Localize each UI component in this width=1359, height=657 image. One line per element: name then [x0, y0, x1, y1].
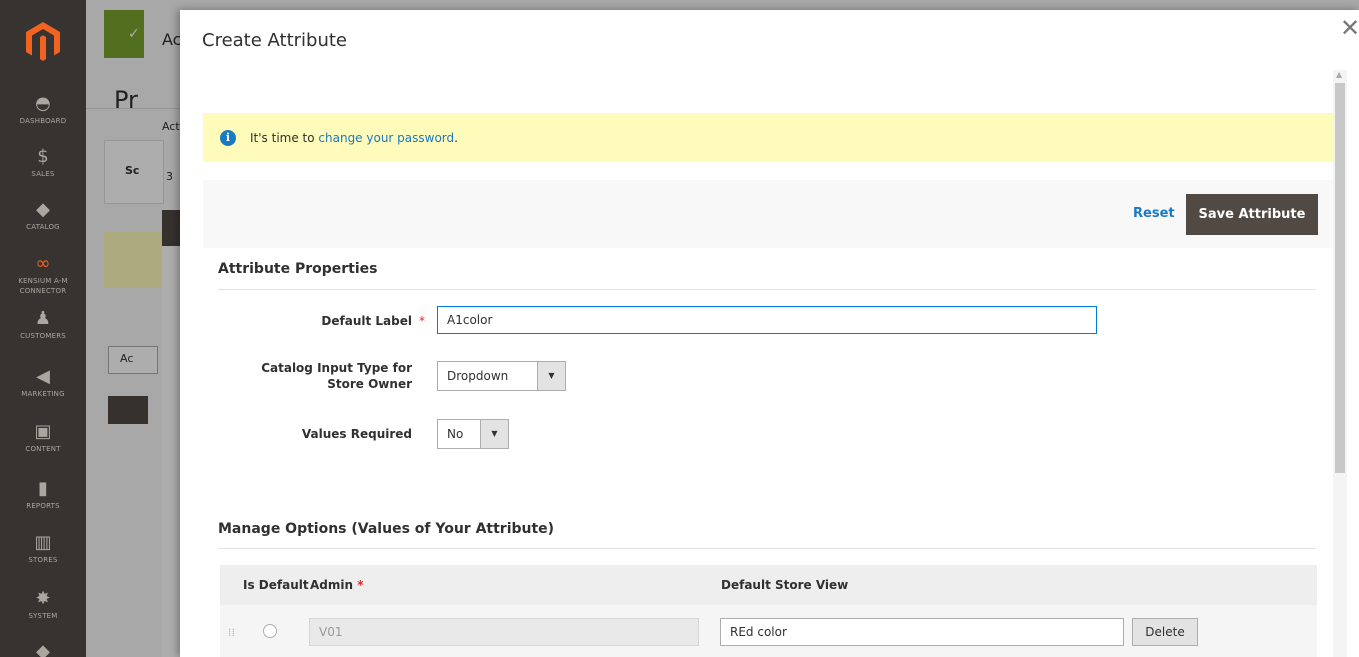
- info-icon: i: [220, 129, 236, 146]
- default-label-label: Default Label: [321, 314, 412, 328]
- sidebar-item-label: MARKETING: [21, 390, 65, 398]
- dashboard-icon: ◓: [35, 93, 51, 114]
- scroll-up-icon[interactable]: ▲: [1336, 70, 1342, 79]
- bar-chart-icon: ▮: [38, 478, 48, 499]
- modal-title: Create Attribute: [202, 30, 348, 51]
- sidebar-item-label-line2: CONNECTOR: [19, 287, 67, 295]
- section-divider: [218, 289, 1316, 290]
- delete-option-button[interactable]: Delete: [1132, 618, 1198, 646]
- change-password-link[interactable]: change your password: [318, 131, 454, 145]
- input-type-label-line2: Store Owner: [327, 377, 412, 391]
- sidebar-item-reports[interactable]: ▮ REPORTS: [0, 477, 86, 511]
- sidebar-item-more[interactable]: ◆: [0, 640, 86, 657]
- sidebar-item-label: KENSIUM A-M: [18, 277, 68, 285]
- is-default-radio[interactable]: [263, 624, 277, 638]
- required-marker: *: [419, 314, 425, 328]
- sidebar-item-content[interactable]: ▣ CONTENT: [0, 420, 86, 454]
- input-type-label-line1: Catalog Input Type for: [261, 361, 412, 375]
- column-admin: Admin *: [310, 578, 364, 592]
- dollar-icon: $: [37, 146, 49, 167]
- scrollbar-thumb[interactable]: [1335, 83, 1345, 473]
- sidebar-item-label: DASHBOARD: [19, 117, 67, 125]
- sidebar-item-label: CUSTOMERS: [20, 332, 66, 340]
- default-label-input[interactable]: A1color: [437, 306, 1097, 334]
- connector-icon: ∞: [35, 253, 51, 274]
- box-icon: ◆: [36, 199, 50, 220]
- column-is-default: Is Default: [243, 578, 309, 592]
- manage-options-title: Manage Options (Values of Your Attribute…: [218, 521, 555, 537]
- save-attribute-button[interactable]: Save Attribute: [1186, 194, 1318, 235]
- magento-logo-icon[interactable]: [26, 22, 60, 62]
- box-icon: ◆: [36, 641, 50, 657]
- sidebar-item-dashboard[interactable]: ◓ DASHBOARD: [0, 92, 86, 126]
- values-required-select[interactable]: No ▼: [437, 419, 509, 449]
- sidebar-item-label: SYSTEM: [28, 612, 58, 620]
- megaphone-icon: ◀: [36, 366, 50, 387]
- sidebar-item-kensium-a-m[interactable]: ∞ KENSIUM A-M CONNECTOR: [0, 252, 86, 296]
- input-type-select-value: Dropdown: [447, 369, 509, 383]
- notice-suffix: .: [454, 130, 458, 145]
- section-divider: [218, 548, 1316, 549]
- attribute-properties-title: Attribute Properties: [218, 261, 378, 277]
- values-required-label: Values Required: [301, 427, 412, 441]
- input-type-select[interactable]: Dropdown ▼: [437, 361, 566, 391]
- store-view-value-input[interactable]: REd color: [720, 618, 1124, 646]
- drag-handle-icon[interactable]: ⁞⁞: [228, 626, 235, 639]
- column-default-store-view: Default Store View: [721, 578, 849, 592]
- reset-button[interactable]: Reset: [1133, 206, 1175, 221]
- person-icon: ♟: [34, 308, 52, 329]
- sidebar-item-label: STORES: [28, 556, 58, 564]
- chevron-down-icon: ▼: [537, 362, 565, 390]
- sidebar-item-sales[interactable]: $ SALES: [0, 145, 86, 179]
- sidebar-item-system[interactable]: ✸ SYSTEM: [0, 587, 86, 621]
- sidebar-item-label: SALES: [31, 170, 55, 178]
- sidebar-item-marketing[interactable]: ◀ MARKETING: [0, 365, 86, 399]
- notice-prefix: It's time to: [250, 130, 319, 145]
- sidebar-item-label: CONTENT: [25, 445, 61, 453]
- gear-icon: ✸: [35, 588, 51, 609]
- sidebar-item-label: REPORTS: [26, 502, 60, 510]
- sidebar-item-stores[interactable]: ▥ STORES: [0, 531, 86, 565]
- password-notice: i It's time to change your password .: [203, 113, 1333, 162]
- store-icon: ▥: [34, 532, 52, 553]
- chevron-down-icon: ▼: [480, 420, 508, 448]
- admin-value-input[interactable]: V01: [309, 618, 699, 646]
- layout-icon: ▣: [34, 421, 52, 442]
- sidebar-item-label: CATALOG: [26, 223, 60, 231]
- sidebar-item-catalog[interactable]: ◆ CATALOG: [0, 198, 86, 232]
- values-required-select-value: No: [447, 427, 464, 441]
- sidebar-item-customers[interactable]: ♟ CUSTOMERS: [0, 307, 86, 341]
- required-marker: *: [357, 578, 364, 592]
- close-icon[interactable]: ✕: [1340, 16, 1359, 40]
